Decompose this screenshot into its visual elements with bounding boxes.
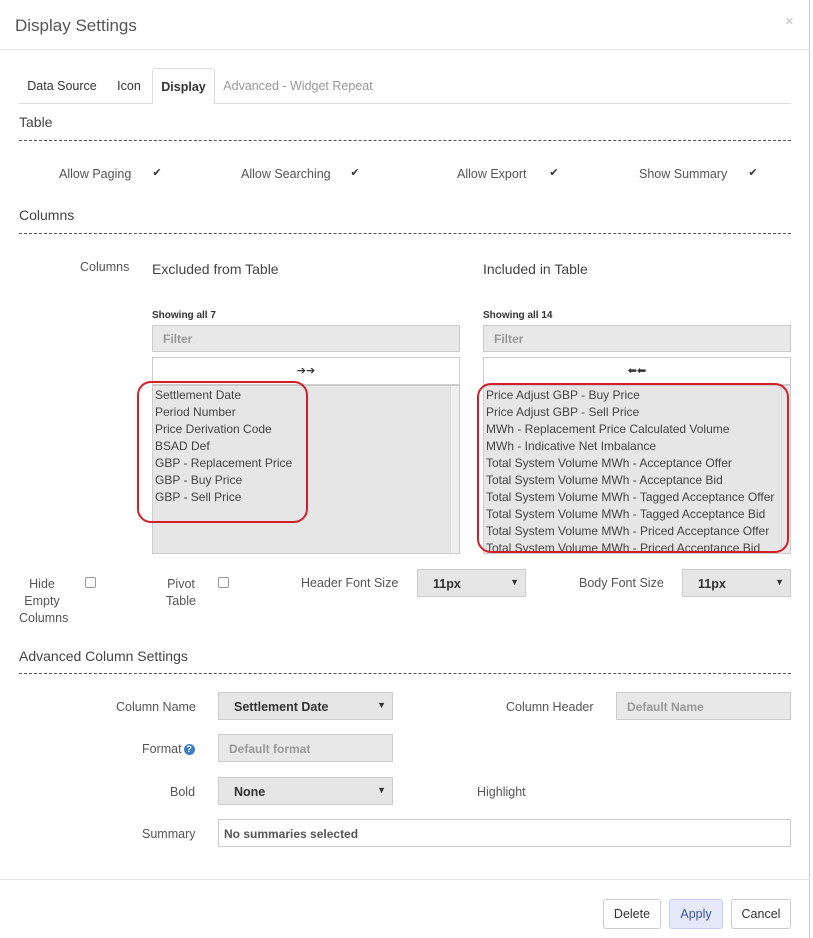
section-table-heading: Table bbox=[19, 114, 53, 130]
section-advanced-heading: Advanced Column Settings bbox=[19, 648, 188, 664]
tab-baseline-right bbox=[215, 103, 791, 104]
hide-empty-columns-checkbox[interactable] bbox=[85, 577, 96, 588]
chevron-down-icon: ▼ bbox=[377, 700, 386, 710]
hide-empty-columns-label: Hide Empty Columns bbox=[19, 576, 69, 627]
cancel-button[interactable]: Cancel bbox=[731, 899, 791, 929]
included-filter-input[interactable]: Filter bbox=[483, 325, 791, 352]
column-header-input[interactable]: Default Name bbox=[616, 692, 791, 720]
format-label-text: Format bbox=[142, 742, 182, 756]
header-font-size-select[interactable]: 11px ▼ bbox=[417, 569, 526, 597]
highlight-label: Highlight bbox=[477, 785, 526, 799]
pivot-table-checkbox[interactable] bbox=[218, 577, 229, 588]
section-columns-heading: Columns bbox=[19, 207, 75, 223]
delete-button[interactable]: Delete bbox=[603, 899, 661, 929]
tab-data-source[interactable]: Data Source bbox=[19, 68, 105, 104]
column-name-value: Settlement Date bbox=[234, 700, 329, 714]
pivot-table-label-line: Pivot bbox=[167, 577, 195, 591]
excluded-showing-count: Showing all 7 bbox=[152, 310, 216, 321]
dialog-title: Display Settings bbox=[15, 16, 137, 35]
section-columns-divider bbox=[19, 233, 791, 234]
header-font-size-value: 11px bbox=[433, 577, 461, 591]
bold-select[interactable]: None ▼ bbox=[218, 777, 393, 805]
allow-paging-checkbox[interactable]: ✔ bbox=[152, 168, 162, 179]
format-label: Format? bbox=[142, 742, 195, 756]
column-header-label: Column Header bbox=[506, 700, 594, 714]
apply-button[interactable]: Apply bbox=[669, 899, 723, 929]
body-font-size-label: Body Font Size bbox=[579, 576, 664, 590]
allow-searching-label: Allow Searching bbox=[241, 167, 331, 181]
tab-baseline-left bbox=[19, 103, 152, 104]
body-font-size-value: 11px bbox=[698, 577, 726, 591]
section-table-divider bbox=[19, 140, 791, 141]
footer-divider bbox=[0, 879, 810, 880]
tab-display[interactable]: Display bbox=[152, 68, 215, 104]
close-icon[interactable]: × bbox=[785, 13, 794, 30]
hide-empty-columns-label-line: Columns bbox=[19, 611, 69, 625]
tab-advanced-widget-repeat[interactable]: Advanced - Widget Repeat bbox=[218, 68, 378, 104]
section-advanced-divider bbox=[19, 673, 791, 674]
allow-export-label: Allow Export bbox=[457, 167, 527, 181]
excluded-filter-input[interactable]: Filter bbox=[152, 325, 460, 352]
display-settings-dialog: Display Settings × Data Source Icon Disp… bbox=[0, 0, 810, 938]
chevron-down-icon: ▼ bbox=[510, 577, 519, 587]
body-font-size-select[interactable]: 11px ▼ bbox=[682, 569, 791, 597]
chevron-down-icon: ▼ bbox=[775, 577, 784, 587]
allow-export-checkbox[interactable]: ✔ bbox=[549, 168, 559, 179]
hide-empty-columns-label-line: Hide bbox=[29, 577, 55, 591]
allow-searching-checkbox[interactable]: ✔ bbox=[350, 168, 360, 179]
help-icon[interactable]: ? bbox=[183, 744, 195, 756]
header-divider bbox=[0, 49, 810, 50]
included-highlight-annotation bbox=[477, 383, 789, 553]
pivot-table-label: Pivot Table bbox=[163, 576, 199, 610]
pivot-table-label-line: Table bbox=[166, 594, 196, 608]
columns-label: Columns bbox=[80, 260, 130, 274]
summary-label: Summary bbox=[142, 827, 196, 841]
hide-empty-columns-label-line: Empty bbox=[24, 594, 60, 608]
excluded-list-title: Excluded from Table bbox=[152, 261, 279, 277]
format-input[interactable]: Default format bbox=[218, 734, 393, 762]
allow-paging-label: Allow Paging bbox=[59, 167, 132, 181]
chevron-down-icon: ▼ bbox=[377, 785, 386, 795]
included-showing-count: Showing all 14 bbox=[483, 310, 553, 321]
bold-value: None bbox=[234, 785, 266, 799]
move-all-left-button[interactable]: ⬅⬅ bbox=[483, 357, 791, 385]
show-summary-checkbox[interactable]: ✔ bbox=[748, 168, 758, 179]
tab-icon[interactable]: Icon bbox=[107, 68, 151, 104]
bold-label: Bold bbox=[170, 785, 196, 799]
summary-input[interactable]: No summaries selected bbox=[218, 819, 791, 847]
column-name-select[interactable]: Settlement Date ▼ bbox=[218, 692, 393, 720]
show-summary-label: Show Summary bbox=[639, 167, 728, 181]
header-font-size-label: Header Font Size bbox=[301, 576, 399, 590]
included-list-title: Included in Table bbox=[483, 261, 588, 277]
excluded-list-scrollbar[interactable] bbox=[450, 386, 459, 553]
column-name-label: Column Name bbox=[116, 700, 196, 714]
excluded-highlight-annotation bbox=[137, 381, 308, 523]
